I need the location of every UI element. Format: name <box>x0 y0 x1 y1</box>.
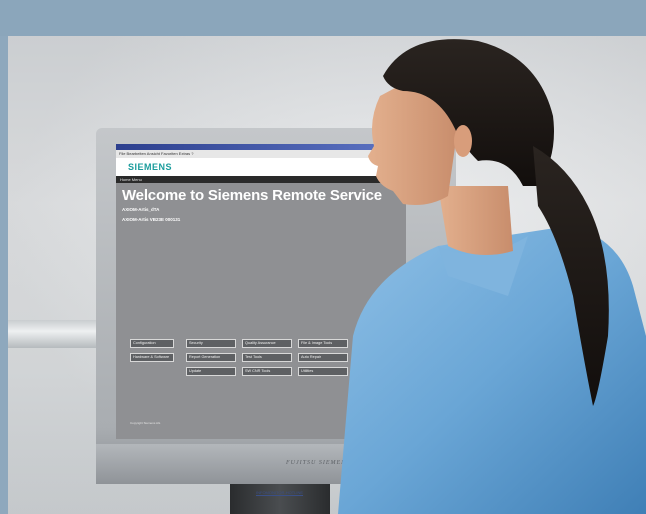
neck-shape <box>438 186 513 255</box>
photo: FUJITSU SIEMENS INFOMONITOR-HOTLINE File… <box>8 36 646 514</box>
top-band <box>0 0 646 36</box>
woman-figure <box>338 39 646 514</box>
ear-shape <box>454 125 472 157</box>
